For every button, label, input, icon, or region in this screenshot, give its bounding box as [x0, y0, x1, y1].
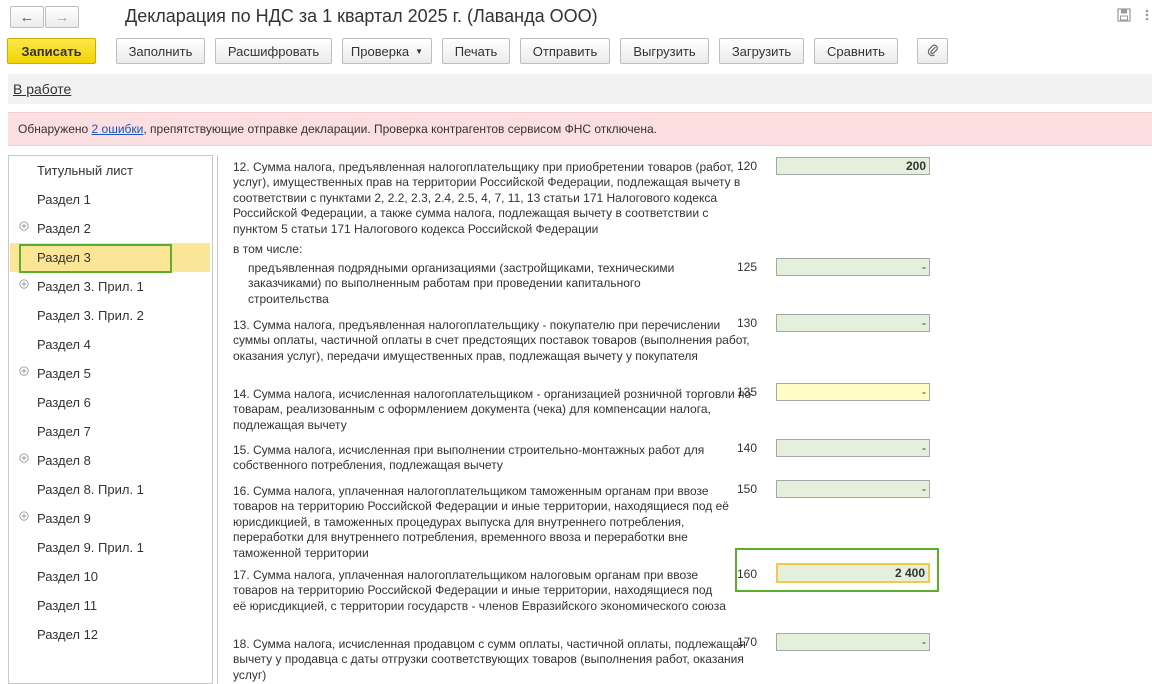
compare-button[interactable]: Сравнить [814, 38, 898, 64]
expand-icon[interactable] [19, 366, 29, 379]
error-suffix: , препятствующие отправке декларации. Пр… [143, 122, 657, 136]
line-130-text: 13. Сумма налога, предъявленная налогопл… [233, 318, 750, 363]
sidebar-item-label: Раздел 9. Прил. 1 [37, 540, 144, 555]
error-message: Обнаружено 2 ошибки, препятствующие отпр… [18, 122, 657, 136]
arrow-right-icon: → [54, 8, 70, 26]
line-130-field[interactable]: - [776, 314, 930, 332]
sidebar-item-label: Раздел 3. Прил. 1 [37, 279, 144, 294]
send-button[interactable]: Отправить [520, 38, 610, 64]
sidebar-item-label: Раздел 6 [37, 395, 91, 410]
sidebar-item[interactable]: Раздел 5 [10, 359, 210, 388]
line-150-code: 150 [737, 482, 758, 496]
sidebar-item-label: Раздел 12 [37, 627, 99, 642]
line-170-field[interactable]: - [776, 633, 930, 651]
sidebar-divider [212, 155, 213, 684]
line-150-field[interactable]: - [776, 480, 930, 498]
sidebar-item-label: Раздел 11 [37, 598, 98, 613]
expand-icon[interactable] [19, 511, 29, 524]
sidebar-item[interactable]: Раздел 9 [10, 504, 210, 533]
status-link[interactable]: В работе [13, 81, 71, 97]
arrow-left-icon: ← [19, 8, 35, 26]
sidebar-item-label: Раздел 10 [37, 569, 99, 584]
check-dropdown-button[interactable]: Проверка ▼ [342, 38, 432, 64]
forward-button[interactable]: → [45, 6, 79, 28]
content-divider [217, 155, 218, 684]
error-prefix: Обнаружено [18, 122, 92, 136]
status-bar [8, 74, 1152, 104]
window-title: Декларация по НДС за 1 квартал 2025 г. (… [125, 6, 598, 26]
sidebar-item[interactable]: Раздел 10 [10, 562, 210, 591]
line-135-text: 14. Сумма налога, исчисленная налогоплат… [233, 387, 752, 432]
sidebar-item-label: Раздел 8. Прил. 1 [37, 482, 144, 497]
line-120-code: 120 [737, 159, 758, 173]
sidebar-item-label: Раздел 5 [37, 366, 91, 381]
line-125-field[interactable]: - [776, 258, 930, 276]
sidebar-item-label: Раздел 1 [37, 192, 91, 207]
line-135-code: 135 [737, 385, 758, 399]
paperclip-icon [927, 43, 939, 60]
line-120-text: 12. Сумма налога, предъявленная налогопл… [233, 160, 741, 236]
expand-icon[interactable] [19, 453, 29, 466]
sidebar-item-label: Раздел 2 [37, 221, 91, 236]
sidebar-item[interactable]: Раздел 3. Прил. 1 [10, 272, 210, 301]
sidebar-item-label: Раздел 9 [37, 511, 91, 526]
line-125-code: 125 [737, 260, 758, 274]
line-140-text: 15. Сумма налога, исчисленная при выполн… [233, 443, 705, 473]
line-160-highlight [735, 548, 939, 592]
decode-button[interactable]: Расшифровать [215, 38, 332, 64]
expand-icon[interactable] [19, 221, 29, 234]
line-150-text: 16. Сумма налога, уплаченная налогоплате… [233, 484, 729, 560]
line-125-text: предъявленная подрядными организациями (… [248, 261, 675, 306]
line-130-code: 130 [737, 316, 758, 330]
sidebar-item-label: Титульный лист [37, 163, 134, 178]
print-button[interactable]: Печать [442, 38, 510, 64]
sidebar-item-label: Раздел 4 [37, 337, 91, 352]
sidebar-item[interactable]: Раздел 12 [10, 620, 210, 649]
expand-icon[interactable] [19, 279, 29, 292]
selected-section-highlight [19, 244, 172, 273]
export-button[interactable]: Выгрузить [620, 38, 709, 64]
back-button[interactable]: ← [10, 6, 44, 28]
sidebar-item[interactable]: Раздел 2 [10, 214, 210, 243]
sidebar-item[interactable]: Раздел 8 [10, 446, 210, 475]
sidebar-item[interactable]: Раздел 1 [10, 185, 210, 214]
sidebar-item[interactable]: Раздел 11 [10, 591, 210, 620]
sidebar-item[interactable]: Раздел 8. Прил. 1 [10, 475, 210, 504]
more-icon[interactable] [1140, 8, 1152, 22]
attach-button[interactable] [917, 38, 948, 64]
sidebar-item[interactable]: Раздел 9. Прил. 1 [10, 533, 210, 562]
sidebar-item-label: Раздел 8 [37, 453, 91, 468]
save-button[interactable]: Записать [7, 38, 96, 64]
chevron-down-icon: ▼ [415, 46, 424, 56]
line-120-field[interactable]: 200 [776, 157, 930, 175]
sidebar-item[interactable]: Раздел 4 [10, 330, 210, 359]
line-160-text: 17. Сумма налога, уплаченная налогоплате… [233, 568, 726, 613]
sidebar-item[interactable]: Титульный лист [10, 156, 210, 185]
sidebar-item[interactable]: Раздел 6 [10, 388, 210, 417]
line-140-field[interactable]: - [776, 439, 930, 457]
check-label: Проверка [350, 43, 410, 59]
fill-button[interactable]: Заполнить [116, 38, 205, 64]
including-label: в том числе: [233, 242, 303, 256]
line-135-field[interactable]: - [776, 383, 930, 401]
sidebar-item[interactable]: Раздел 7 [10, 417, 210, 446]
line-170-text: 18. Сумма налога, исчисленная продавцом … [233, 637, 746, 682]
line-140-code: 140 [737, 441, 758, 455]
sidebar-item[interactable]: Раздел 3. Прил. 2 [10, 301, 210, 330]
line-170-code: 170 [737, 635, 758, 649]
errors-link[interactable]: 2 ошибки [92, 122, 144, 136]
sidebar-item-label: Раздел 7 [37, 424, 91, 439]
save-icon[interactable] [1117, 8, 1131, 22]
import-button[interactable]: Загрузить [719, 38, 804, 64]
sidebar-item-label: Раздел 3. Прил. 2 [37, 308, 144, 323]
